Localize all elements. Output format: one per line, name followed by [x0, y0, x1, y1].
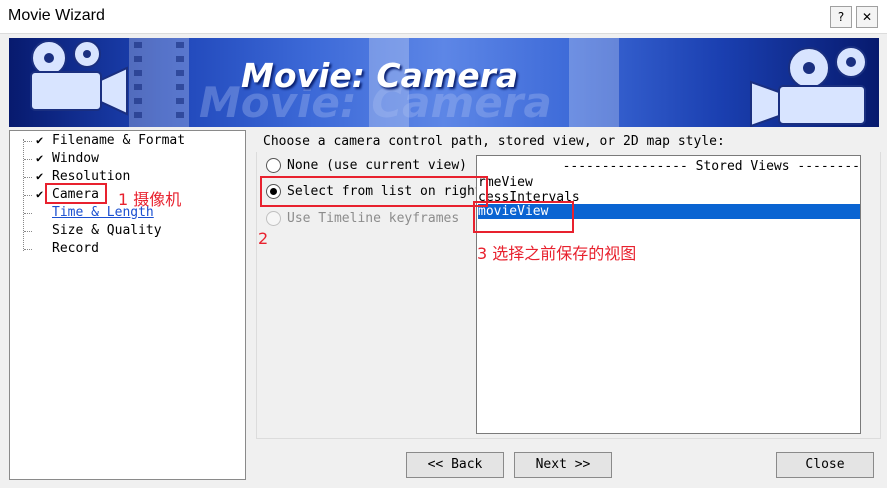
annotation-step-1: 1 摄像机: [118, 190, 182, 209]
next-button[interactable]: Next >>: [514, 452, 612, 478]
banner: Movie: Camera Movie: Camera: [9, 38, 879, 127]
tree-item-window[interactable]: ✔ Window: [10, 151, 240, 169]
radio-button[interactable]: [266, 211, 281, 226]
annotation-step-2: 2: [258, 229, 269, 248]
window-close-button[interactable]: ✕: [856, 6, 878, 28]
list-item[interactable]: rmeView: [478, 175, 860, 190]
window-title: Movie Wizard: [8, 7, 105, 24]
back-button[interactable]: << Back: [406, 452, 504, 478]
checkmark-icon: ✔: [36, 151, 44, 165]
radio-label: Use Timeline keyframes: [287, 211, 460, 226]
radio-button[interactable]: [266, 158, 281, 173]
tree-item-label: Filename & Format: [52, 133, 186, 148]
tree-item-label: Resolution: [52, 169, 131, 184]
tree-item-label: Record: [52, 241, 99, 256]
tree-item-filename-format[interactable]: ✔ Filename & Format: [10, 133, 240, 151]
annotation-box-movieview: [473, 201, 574, 233]
title-bar: [0, 0, 887, 34]
tree-item-record[interactable]: Record: [10, 241, 240, 259]
help-button[interactable]: ?: [830, 6, 852, 28]
option-timeline-keyframes-radio[interactable]: Use Timeline keyframes: [266, 208, 471, 228]
banner-title: Movie: Camera: [241, 56, 519, 95]
annotation-box-select-option: [260, 176, 488, 207]
tree-item-size-quality[interactable]: Size & Quality: [10, 223, 240, 241]
camera-instruction: Choose a camera control path, stored vie…: [263, 134, 725, 149]
checkmark-icon: ✔: [36, 133, 44, 147]
option-none-radio[interactable]: None (use current view): [266, 155, 471, 175]
close-button[interactable]: Close: [776, 452, 874, 478]
annotation-box-camera: [45, 183, 107, 204]
stored-views-header: ---------------- Stored Views --------: [562, 159, 860, 174]
radio-label: None (use current view): [287, 158, 468, 173]
tree-item-label: Size & Quality: [52, 223, 162, 238]
tree-item-label: Window: [52, 151, 99, 166]
stored-views-list[interactable]: ---------------- Stored Views -------- r…: [476, 155, 861, 434]
annotation-step-3: 3 选择之前保存的视图: [477, 244, 637, 263]
checkmark-icon: ✔: [36, 169, 44, 183]
